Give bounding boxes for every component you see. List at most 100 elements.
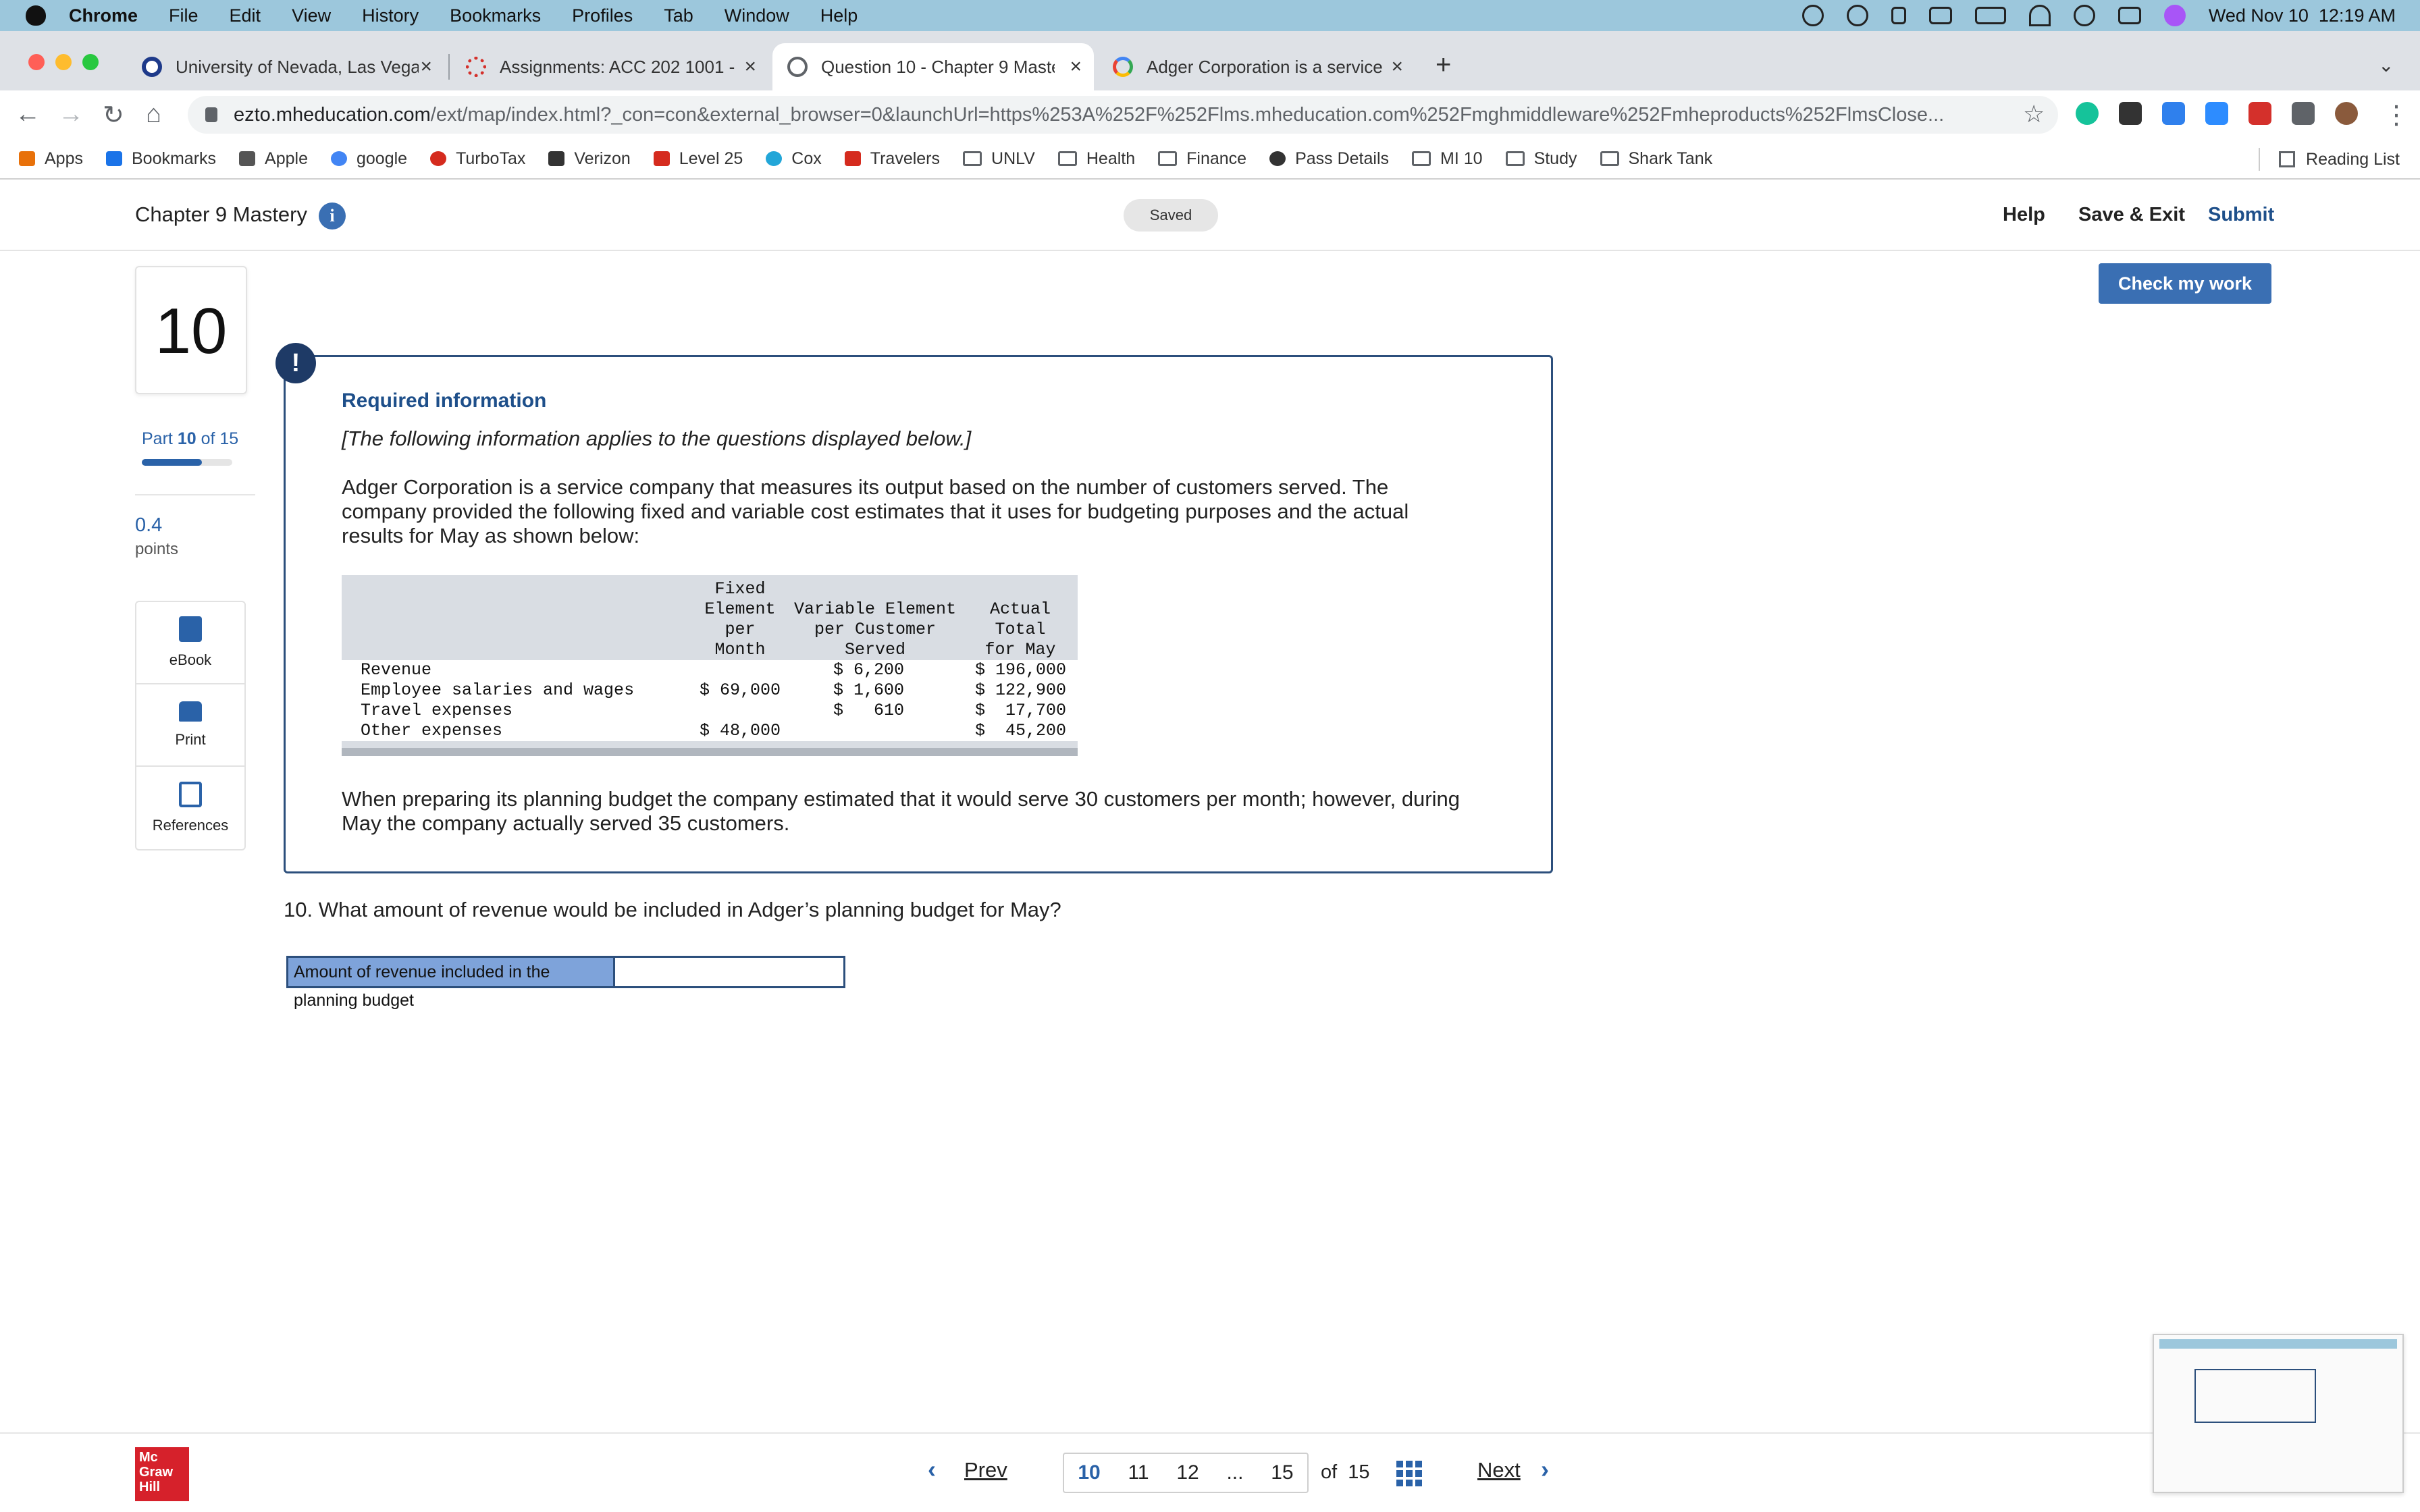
home-icon[interactable]: ⌂ — [146, 100, 161, 129]
references-button[interactable]: References — [136, 767, 244, 849]
variable-cell — [787, 721, 963, 741]
print-button[interactable]: Print — [136, 684, 244, 767]
bookmark-apps[interactable]: Apps — [19, 149, 83, 169]
folder-icon — [1158, 151, 1178, 166]
info-icon[interactable]: i — [319, 202, 346, 230]
tab-question-10[interactable]: Question 10 - Chapter 9 Mastery × — [772, 43, 1094, 90]
page-link[interactable]: 11 — [1128, 1461, 1149, 1484]
required-info-title: Required information — [342, 389, 547, 412]
page-link[interactable]: 15 — [1271, 1461, 1293, 1484]
page-link[interactable]: 12 — [1176, 1461, 1199, 1484]
bookmark-turbotax[interactable]: TurboTax — [430, 149, 525, 169]
address-bar[interactable]: ezto.mheducation.com/ext/map/index.html?… — [188, 96, 2058, 134]
header-line: per — [725, 620, 756, 639]
bookmark-bookmarks[interactable]: Bookmarks — [105, 149, 216, 169]
lock-icon[interactable] — [205, 107, 217, 122]
bookmark-google[interactable]: google — [330, 148, 408, 169]
help-button[interactable]: Help — [2003, 204, 2045, 226]
question-grid-icon[interactable] — [1396, 1461, 1422, 1486]
save-exit-button[interactable]: Save & Exit — [2078, 204, 2185, 226]
bookmark-label: google — [356, 148, 408, 168]
bookmark-study[interactable]: Study — [1505, 149, 1577, 169]
screenshot-thumbnail[interactable] — [2153, 1334, 2404, 1493]
close-tab-icon[interactable]: × — [1391, 55, 1403, 78]
book-icon — [179, 616, 202, 642]
apple-menu-icon[interactable] — [26, 5, 46, 26]
revenue-answer-input[interactable] — [613, 958, 843, 986]
malwarebytes-icon[interactable] — [1846, 5, 1868, 26]
cup-icon[interactable] — [1891, 7, 1906, 24]
bookmark-unlv[interactable]: UNLV — [963, 149, 1035, 169]
reading-list[interactable]: Reading List — [2259, 139, 2400, 180]
sidebar-divider — [135, 494, 255, 495]
reload-icon[interactable]: ↻ — [103, 100, 124, 130]
next-button[interactable]: Next — [1477, 1458, 1521, 1482]
grammarly-icon[interactable] — [2076, 102, 2099, 125]
menu-bookmarks[interactable]: Bookmarks — [450, 5, 541, 26]
page-ellipsis[interactable]: ... — [1226, 1461, 1243, 1484]
siri-icon[interactable] — [2163, 5, 2186, 26]
spotlight-search-icon[interactable] — [2073, 5, 2095, 26]
menu-edit[interactable]: Edit — [230, 5, 261, 26]
menu-app-name[interactable]: Chrome — [69, 5, 138, 26]
menu-view[interactable]: View — [292, 5, 331, 26]
cox-icon — [766, 151, 783, 166]
tab-unlv[interactable]: University of Nevada, Las Vegas × — [127, 43, 444, 90]
bookmark-level-25[interactable]: Level 25 — [653, 149, 743, 169]
close-window-icon[interactable] — [28, 54, 45, 70]
bookmark-apple[interactable]: Apple — [239, 149, 308, 169]
points-label: points — [135, 540, 179, 558]
menu-profiles[interactable]: Profiles — [572, 5, 633, 26]
page-current[interactable]: 10 — [1078, 1461, 1100, 1484]
bookmark-pass-details[interactable]: Pass Details — [1269, 149, 1389, 169]
menu-window[interactable]: Window — [725, 5, 789, 26]
url-path: /ext/map/index.html?_con=con&external_br… — [430, 103, 1945, 126]
chrome-menu-icon[interactable]: ⋮ — [2384, 100, 2409, 130]
check-my-work-button[interactable]: Check my work — [2099, 263, 2271, 304]
back-icon[interactable]: ← — [15, 100, 41, 129]
tab-assignments[interactable]: Assignments: ACC 202 1001 - × — [451, 43, 768, 90]
menubar-clock[interactable]: Wed Nov 10 12:19 AM — [2209, 5, 2396, 26]
ebook-button[interactable]: eBook — [136, 602, 244, 684]
bookmark-label: Cox — [791, 148, 822, 168]
close-tab-icon[interactable]: × — [1070, 55, 1082, 78]
bookmark-cox[interactable]: Cox — [766, 148, 822, 169]
control-center-icon[interactable] — [2118, 7, 2141, 24]
bookmark-mi-10[interactable]: MI 10 — [1412, 149, 1483, 169]
bookmark-travelers[interactable]: Travelers — [844, 149, 940, 169]
tab-search-chevron-icon[interactable]: ⌄ — [2378, 54, 2394, 76]
bookmark-verizon[interactable]: Verizon — [548, 149, 631, 169]
menu-tab[interactable]: Tab — [664, 5, 693, 26]
display-icon[interactable] — [1928, 7, 1952, 24]
chevron-left-icon[interactable]: ‹ — [928, 1455, 936, 1484]
wifi-icon[interactable] — [2028, 5, 2051, 26]
menu-file[interactable]: File — [169, 5, 199, 26]
bookmark-star-icon[interactable]: ☆ — [2023, 100, 2045, 128]
menu-history[interactable]: History — [362, 5, 419, 26]
extensions-puzzle-icon[interactable] — [2292, 102, 2315, 125]
close-tab-icon[interactable]: × — [744, 55, 756, 78]
minimize-window-icon[interactable] — [55, 54, 72, 70]
prev-button[interactable]: Prev — [964, 1458, 1007, 1482]
acrobat-icon[interactable] — [2248, 102, 2271, 125]
resource-tools: eBook Print References — [135, 601, 246, 850]
bookmark-health[interactable]: Health — [1057, 149, 1135, 169]
menu-help[interactable]: Help — [820, 5, 858, 26]
extension-dots-icon[interactable] — [2119, 102, 2142, 125]
folder-icon — [1412, 151, 1431, 166]
forward-icon[interactable]: → — [58, 100, 84, 129]
profile-avatar[interactable] — [2335, 102, 2358, 125]
bookmark-finance[interactable]: Finance — [1158, 149, 1246, 169]
new-tab-icon[interactable]: + — [1436, 50, 1451, 80]
close-tab-icon[interactable]: × — [420, 55, 432, 78]
zoom-icon[interactable] — [2205, 102, 2228, 125]
zoom-window-icon[interactable] — [82, 54, 99, 70]
tab-adger-search[interactable]: Adger Corporation is a service × — [1098, 43, 1415, 90]
bookmark-shark-tank[interactable]: Shark Tank — [1600, 149, 1712, 169]
battery-icon[interactable] — [1974, 7, 2006, 24]
thumbnail-panel — [2194, 1369, 2316, 1423]
submit-button[interactable]: Submit — [2208, 204, 2274, 226]
chevron-right-icon[interactable]: › — [1541, 1455, 1549, 1484]
creative-cloud-icon[interactable] — [1801, 5, 1824, 26]
extension-switch-icon[interactable] — [2162, 102, 2185, 125]
